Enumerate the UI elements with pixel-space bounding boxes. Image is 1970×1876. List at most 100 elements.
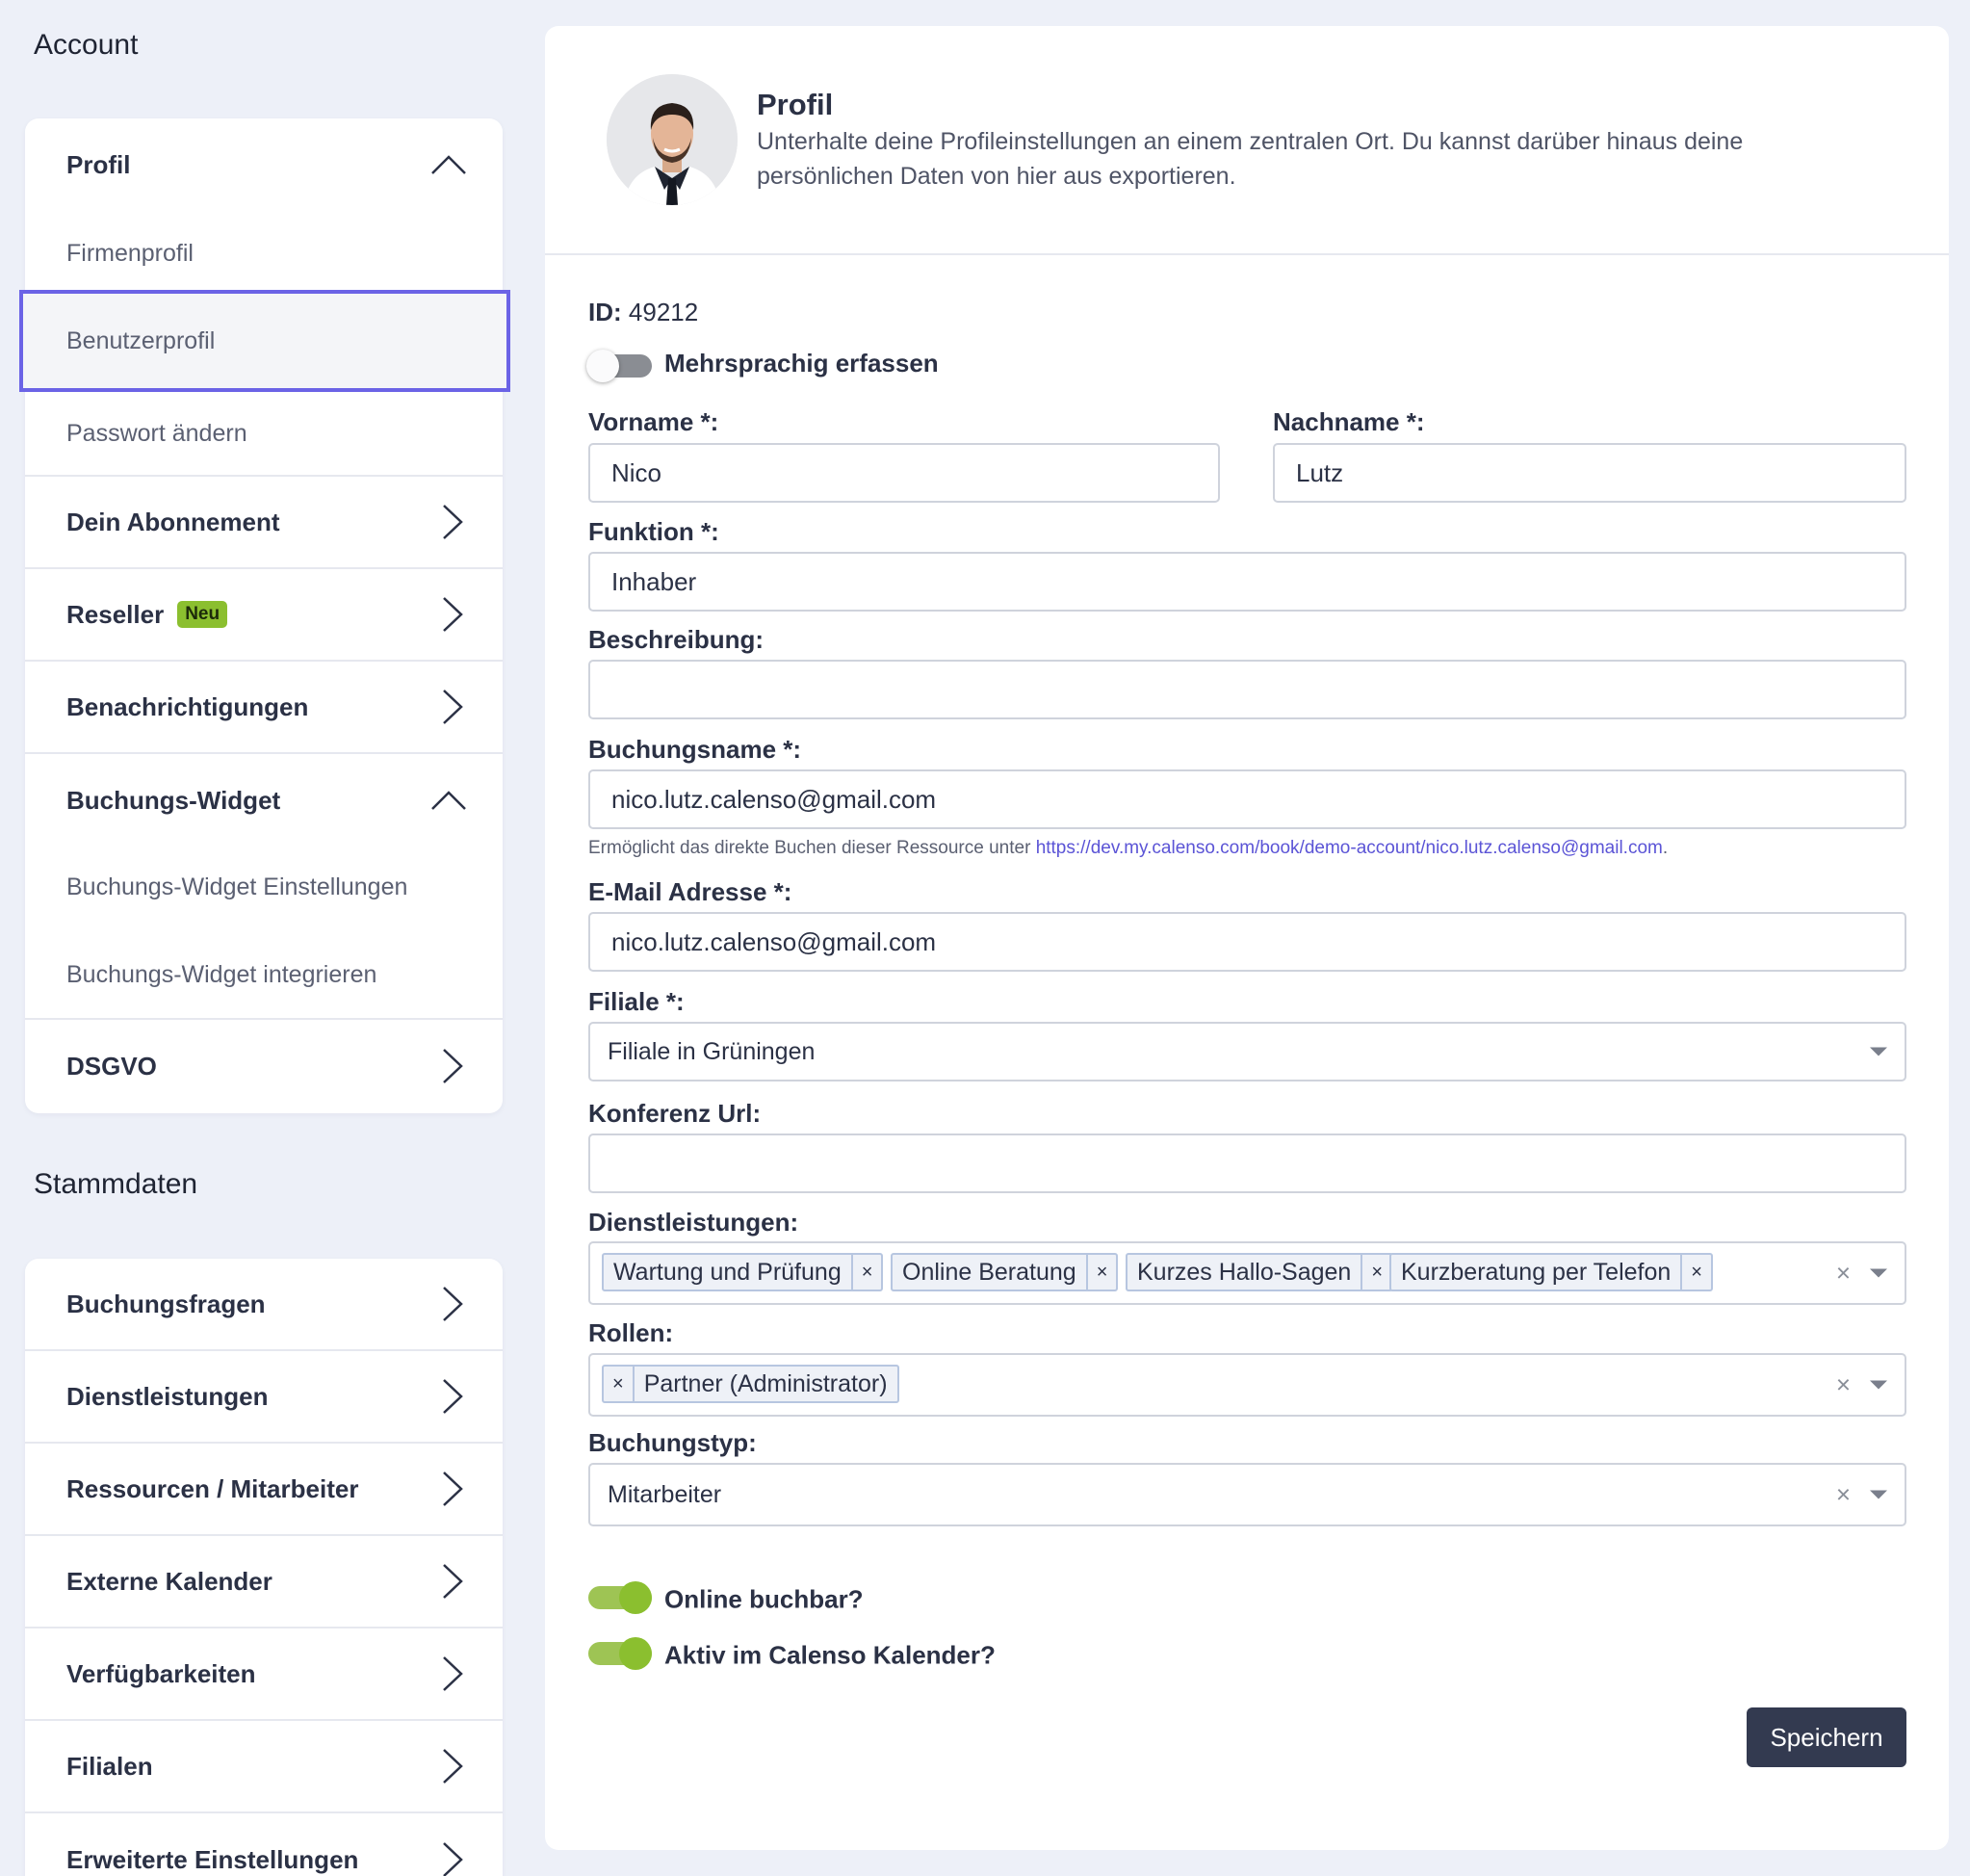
sidebar-subitem-label: Buchungs-Widget Einstellungen xyxy=(66,873,408,900)
chip-remove-icon[interactable]: × xyxy=(850,1255,882,1290)
clear-all-icon[interactable]: × xyxy=(1836,1259,1851,1289)
aktiv-kalender-label: Aktiv im Calenso Kalender? xyxy=(664,1640,996,1670)
konferenz-input[interactable] xyxy=(588,1133,1906,1193)
avatar xyxy=(607,74,738,205)
chevron-down-icon[interactable] xyxy=(1870,1268,1887,1278)
sidebar-subitem-firmenprofil[interactable]: Firmenprofil xyxy=(25,209,503,298)
funktion-value: Inhaber xyxy=(611,566,697,596)
filiale-label: Filiale *: xyxy=(588,987,685,1016)
mehrsprachig-toggle[interactable] xyxy=(586,350,652,382)
sidebar-item-buchungs-widget[interactable]: Buchungs-Widget xyxy=(25,754,503,847)
sidebar-subitem-label: Benutzerprofil xyxy=(66,326,216,354)
sidebar-item-ressourcen[interactable]: Ressourcen / Mitarbeiter xyxy=(25,1444,503,1536)
chevron-down-icon[interactable] xyxy=(1870,1490,1887,1499)
id-value: 49212 xyxy=(628,298,699,326)
sidebar-item-abonnement[interactable]: Dein Abonnement xyxy=(25,477,503,569)
chevron-right-icon xyxy=(443,1472,463,1506)
sidebar-subitem-widget-integrieren[interactable]: Buchungs-Widget integrieren xyxy=(25,931,503,1020)
sidebar-item-profil[interactable]: Profil xyxy=(25,118,503,211)
vorname-label: Vorname *: xyxy=(588,407,719,436)
service-chip: Kurzes Hallo-Sagen × xyxy=(1126,1253,1394,1291)
sidebar-item-label: Erweiterte Einstellungen xyxy=(66,1844,359,1874)
beschreibung-label: Beschreibung: xyxy=(588,625,765,654)
online-buchbar-label: Online buchbar? xyxy=(664,1584,864,1614)
sidebar-item-label: Benachrichtigungen xyxy=(66,691,309,721)
rollen-select[interactable]: × Partner (Administrator) × xyxy=(588,1353,1906,1417)
stammdaten-section-title: Stammdaten xyxy=(34,1168,198,1200)
chevron-down-icon[interactable] xyxy=(1870,1380,1887,1390)
dienstleistungen-label: Dienstleistungen: xyxy=(588,1208,799,1237)
avatar-portrait-icon xyxy=(607,74,738,205)
sidebar-item-label: Verfügbarkeiten xyxy=(66,1658,256,1688)
id-row: ID: 49212 xyxy=(588,298,698,327)
beschreibung-input[interactable] xyxy=(588,660,1906,719)
sidebar-item-label: Buchungsfragen xyxy=(66,1289,266,1318)
filiale-select[interactable]: Filiale in Grüningen xyxy=(588,1022,1906,1081)
chip-label: Wartung und Prüfung xyxy=(613,1258,842,1286)
sidebar-item-buchungsfragen[interactable]: Buchungsfragen xyxy=(25,1259,503,1351)
toggle-knob xyxy=(619,1581,652,1614)
sidebar-item-label: Dein Abonnement xyxy=(66,507,280,536)
chip-remove-icon[interactable]: × xyxy=(1680,1255,1711,1290)
sidebar-item-benachrichtigungen[interactable]: Benachrichtigungen xyxy=(25,662,503,754)
sidebar-subitem-label: Passwort ändern xyxy=(66,419,247,447)
buchungstyp-value: Mitarbeiter xyxy=(608,1480,722,1508)
account-section-title: Account xyxy=(34,29,139,61)
sidebar-item-label: Reseller xyxy=(66,599,165,629)
konferenz-label: Konferenz Url: xyxy=(588,1099,762,1128)
sidebar-item-filialen[interactable]: Filialen xyxy=(25,1721,503,1813)
clear-icon[interactable]: × xyxy=(1836,1480,1851,1510)
chevron-right-icon xyxy=(443,1749,463,1784)
toggle-knob xyxy=(586,350,619,382)
hint-prefix: Ermöglicht das direkte Buchen dieser Res… xyxy=(588,838,1036,858)
stammdaten-nav-card: Buchungsfragen Dienstleistungen Ressourc… xyxy=(25,1259,503,1876)
booking-link[interactable]: https://dev.my.calenso.com/book/demo-acc… xyxy=(1036,838,1663,858)
sidebar-subitem-widget-einstellungen[interactable]: Buchungs-Widget Einstellungen xyxy=(25,843,503,931)
sidebar-item-dsgvo[interactable]: DSGVO xyxy=(25,1020,503,1112)
aktiv-kalender-toggle[interactable] xyxy=(588,1637,652,1670)
buchungsname-input[interactable]: nico.lutz.calenso@gmail.com xyxy=(588,769,1906,829)
sidebar-subitem-passwort[interactable]: Passwort ändern xyxy=(25,392,503,477)
chip-remove-icon[interactable]: × xyxy=(1361,1255,1391,1290)
chip-label: Kurzberatung per Telefon xyxy=(1401,1258,1672,1286)
service-chip: Wartung und Prüfung × xyxy=(602,1253,884,1291)
sidebar-item-label: Profil xyxy=(66,149,131,179)
save-button[interactable]: Speichern xyxy=(1747,1707,1906,1767)
page-title: Profil xyxy=(757,88,834,121)
nachname-input[interactable]: Lutz xyxy=(1273,443,1906,503)
sidebar-item-dienstleistungen[interactable]: Dienstleistungen xyxy=(25,1351,503,1444)
sidebar-item-erweiterte-einstellungen[interactable]: Erweiterte Einstellungen xyxy=(25,1813,503,1876)
id-label: ID: xyxy=(588,298,622,326)
buchungstyp-select[interactable]: Mitarbeiter × xyxy=(588,1463,1906,1526)
chevron-right-icon xyxy=(443,1656,463,1691)
clear-all-icon[interactable]: × xyxy=(1836,1370,1851,1400)
service-chip: Kurzberatung per Telefon × xyxy=(1389,1253,1713,1291)
chevron-right-icon xyxy=(443,1287,463,1321)
chevron-up-icon xyxy=(431,155,466,174)
buchungsname-value: nico.lutz.calenso@gmail.com xyxy=(611,784,937,814)
chevron-right-icon xyxy=(443,690,463,724)
chip-label: Kurzes Hallo-Sagen xyxy=(1137,1258,1352,1286)
chevron-up-icon xyxy=(431,791,466,810)
sidebar-item-verfuegbarkeiten[interactable]: Verfügbarkeiten xyxy=(25,1628,503,1721)
chevron-right-icon xyxy=(443,1379,463,1414)
sidebar-subitem-benutzerprofil[interactable]: Benutzerprofil xyxy=(19,290,510,392)
service-chip: Online Beratung × xyxy=(891,1253,1119,1291)
sidebar-item-label: Externe Kalender xyxy=(66,1566,272,1596)
chip-remove-icon[interactable]: × xyxy=(1085,1255,1117,1290)
email-input[interactable]: nico.lutz.calenso@gmail.com xyxy=(588,912,1906,972)
chevron-right-icon xyxy=(443,597,463,632)
mehrsprachig-label: Mehrsprachig erfassen xyxy=(664,349,939,378)
profile-header: Profil Unterhalte deine Profileinstellun… xyxy=(545,26,1949,255)
sidebar-item-label: Dienstleistungen xyxy=(66,1381,269,1411)
rollen-label: Rollen: xyxy=(588,1318,674,1347)
chevron-right-icon xyxy=(443,1049,463,1083)
chip-remove-icon[interactable]: × xyxy=(604,1367,635,1401)
vorname-input[interactable]: Nico xyxy=(588,443,1220,503)
sidebar-item-reseller[interactable]: Reseller Neu xyxy=(25,569,503,662)
sidebar-item-externe-kalender[interactable]: Externe Kalender xyxy=(25,1536,503,1628)
funktion-input[interactable]: Inhaber xyxy=(588,552,1906,612)
chevron-down-icon xyxy=(1870,1047,1887,1056)
online-buchbar-toggle[interactable] xyxy=(588,1581,652,1614)
dienstleistungen-select[interactable]: Wartung und Prüfung × Online Beratung × … xyxy=(588,1241,1906,1305)
